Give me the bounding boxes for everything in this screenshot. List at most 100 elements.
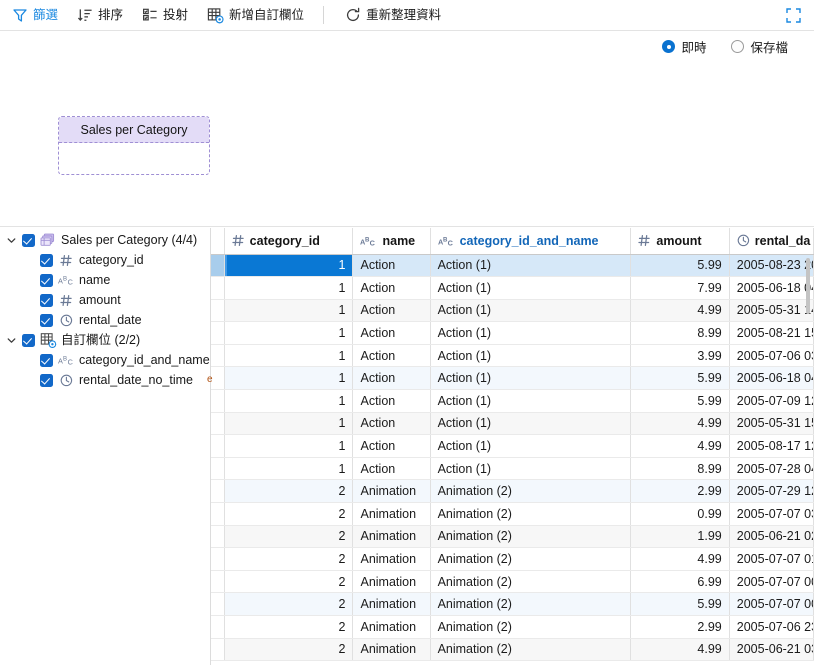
column-header-rental_date[interactable]: rental_da [729, 228, 813, 254]
table-row[interactable]: 1ActionAction (1)5.992005-08-23 20 [211, 254, 814, 277]
cell-category_id[interactable]: 2 [224, 616, 353, 639]
cell-rental_date[interactable]: 2005-07-07 00 [729, 593, 813, 616]
cell-name[interactable]: Action [353, 322, 430, 345]
cell-amount[interactable]: 4.99 [631, 548, 729, 571]
mode-radio-live[interactable]: 即時 [662, 37, 706, 56]
row-gutter-cell[interactable] [211, 299, 224, 322]
row-gutter-cell[interactable] [211, 570, 224, 593]
mode-radio-archive[interactable]: 保存檔 [731, 37, 788, 56]
row-gutter-cell[interactable] [211, 344, 224, 367]
cell-category_id_and_name[interactable]: Action (1) [430, 322, 631, 345]
cell-category_id_and_name[interactable]: Action (1) [430, 390, 631, 413]
table-row[interactable]: 1ActionAction (1)8.992005-08-21 15 [211, 322, 814, 345]
cell-rental_date[interactable]: 2005-08-17 12 [729, 435, 813, 458]
cell-name[interactable]: Animation [353, 525, 430, 548]
cell-category_id_and_name[interactable]: Action (1) [430, 277, 631, 300]
cell-rental_date[interactable]: 2005-07-07 01 [729, 548, 813, 571]
tree-item-0[interactable]: Sales per Category (4/4) [0, 230, 210, 250]
cell-amount[interactable]: 6.99 [631, 570, 729, 593]
toolbar-addfield-button[interactable]: 新增自訂欄位 [200, 3, 311, 27]
cell-amount[interactable]: 5.99 [631, 254, 729, 277]
query-node-sales-per-category[interactable]: Sales per Category [58, 116, 210, 175]
cell-amount[interactable]: 2.99 [631, 480, 729, 503]
row-gutter-cell[interactable] [211, 254, 224, 277]
table-row[interactable]: 2AnimationAnimation (2)1.992005-06-21 02 [211, 525, 814, 548]
chevron-down-icon[interactable] [6, 335, 17, 346]
row-gutter-cell[interactable] [211, 593, 224, 616]
cell-category_id[interactable]: 1 [224, 322, 353, 345]
cell-category_id[interactable]: 2 [224, 593, 353, 616]
table-row[interactable]: 1ActionAction (1)4.992005-05-31 15 [211, 412, 814, 435]
table-row[interactable]: 1ActionAction (1)8.992005-07-28 04 [211, 457, 814, 480]
tree-item-checkbox[interactable] [40, 314, 53, 327]
toolbar-filter-button[interactable]: 篩選 [5, 3, 65, 27]
cell-amount[interactable]: 4.99 [631, 638, 729, 661]
cell-amount[interactable]: 0.99 [631, 503, 729, 526]
cell-category_id_and_name[interactable]: Action (1) [430, 254, 631, 277]
cell-name[interactable]: Action [353, 277, 430, 300]
row-gutter-cell[interactable] [211, 616, 224, 639]
cell-category_id_and_name[interactable]: Action (1) [430, 457, 631, 480]
cell-category_id_and_name[interactable]: Animation (2) [430, 593, 631, 616]
cell-category_id_and_name[interactable]: Action (1) [430, 299, 631, 322]
cell-name[interactable]: Action [353, 367, 430, 390]
row-gutter-cell[interactable] [211, 525, 224, 548]
cell-category_id_and_name[interactable]: Animation (2) [430, 570, 631, 593]
splitter-handle[interactable]: e [207, 375, 213, 385]
cell-category_id[interactable]: 2 [224, 525, 353, 548]
cell-amount[interactable]: 1.99 [631, 525, 729, 548]
cell-name[interactable]: Animation [353, 616, 430, 639]
table-row[interactable]: 2AnimationAnimation (2)4.992005-06-21 03 [211, 638, 814, 661]
cell-name[interactable]: Animation [353, 503, 430, 526]
row-gutter-cell[interactable] [211, 412, 224, 435]
cell-amount[interactable]: 4.99 [631, 412, 729, 435]
cell-category_id_and_name[interactable]: Action (1) [430, 367, 631, 390]
tree-item-checkbox[interactable] [22, 234, 35, 247]
cell-category_id[interactable]: 2 [224, 638, 353, 661]
cell-rental_date[interactable]: 2005-06-21 02 [729, 525, 813, 548]
cell-amount[interactable]: 4.99 [631, 435, 729, 458]
row-gutter-cell[interactable] [211, 503, 224, 526]
table-row[interactable]: 1ActionAction (1)3.992005-07-06 03 [211, 344, 814, 367]
cell-rental_date[interactable]: 2005-07-07 03 [729, 503, 813, 526]
chevron-down-icon[interactable] [6, 235, 17, 246]
radio-indicator[interactable] [731, 40, 744, 53]
column-header-name[interactable]: ABCname [353, 228, 430, 254]
cell-amount[interactable]: 5.99 [631, 593, 729, 616]
cell-name[interactable]: Action [353, 435, 430, 458]
tree-item-checkbox[interactable] [40, 354, 53, 367]
tree-item-checkbox[interactable] [22, 334, 35, 347]
tree-item-7[interactable]: rental_date_no_time [0, 370, 210, 390]
cell-rental_date[interactable]: 2005-06-18 04 [729, 367, 813, 390]
cell-category_id[interactable]: 1 [224, 457, 353, 480]
tree-item-5[interactable]: 自訂欄位 (2/2) [0, 330, 210, 350]
row-gutter-cell[interactable] [211, 457, 224, 480]
column-header-amount[interactable]: amount [631, 228, 729, 254]
row-gutter-cell[interactable] [211, 390, 224, 413]
row-gutter-cell[interactable] [211, 277, 224, 300]
cell-category_id[interactable]: 1 [224, 277, 353, 300]
table-row[interactable]: 1ActionAction (1)4.992005-05-31 14 [211, 299, 814, 322]
cell-amount[interactable]: 8.99 [631, 457, 729, 480]
cell-name[interactable]: Action [353, 390, 430, 413]
grid-vertical-scrollbar[interactable] [804, 255, 813, 665]
cell-category_id[interactable]: 1 [224, 412, 353, 435]
cell-name[interactable]: Animation [353, 593, 430, 616]
tree-item-4[interactable]: rental_date [0, 310, 210, 330]
tree-item-6[interactable]: ABCcategory_id_and_name [0, 350, 210, 370]
cell-name[interactable]: Animation [353, 570, 430, 593]
toolbar-sort-button[interactable]: 排序 [70, 3, 130, 27]
tree-item-2[interactable]: ABCname [0, 270, 210, 290]
cell-category_id_and_name[interactable]: Action (1) [430, 344, 631, 367]
tree-item-checkbox[interactable] [40, 374, 53, 387]
table-row[interactable]: 2AnimationAnimation (2)2.992005-07-06 23 [211, 616, 814, 639]
cell-category_id_and_name[interactable]: Animation (2) [430, 638, 631, 661]
cell-category_id[interactable]: 1 [224, 367, 353, 390]
cell-rental_date[interactable]: 2005-05-31 15 [729, 412, 813, 435]
cell-rental_date[interactable]: 2005-07-06 03 [729, 344, 813, 367]
table-row[interactable]: 1ActionAction (1)7.992005-06-18 04 [211, 277, 814, 300]
radio-indicator[interactable] [662, 40, 675, 53]
table-row[interactable]: 1ActionAction (1)5.992005-07-09 12 [211, 390, 814, 413]
cell-name[interactable]: Action [353, 412, 430, 435]
cell-category_id[interactable]: 2 [224, 480, 353, 503]
